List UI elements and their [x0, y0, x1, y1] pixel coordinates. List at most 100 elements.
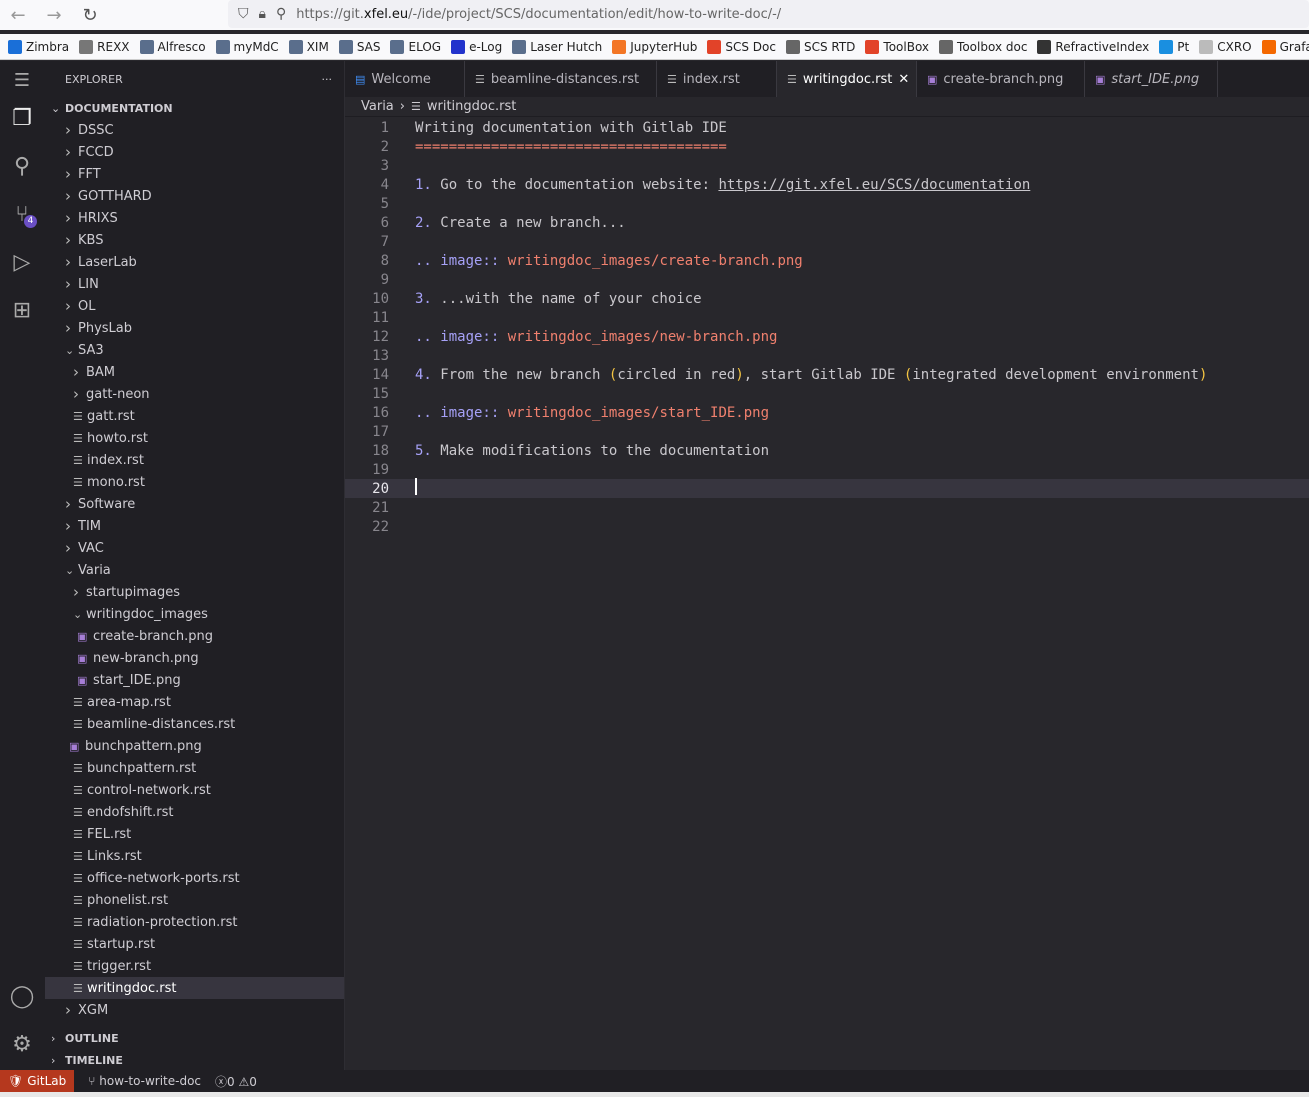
line-text: 4. From the new branch (circled in red),…	[415, 367, 1207, 383]
account-icon[interactable]: ◯	[8, 983, 36, 1011]
file-item[interactable]: ☰ phonelist.rst	[45, 889, 344, 911]
tab-beamline-distances-rst[interactable]: ☰ beamline-distances.rst	[465, 61, 657, 97]
line-text: .. image:: writingdoc_images/create-bran…	[415, 253, 803, 269]
source-control-icon[interactable]: ⑂ 4	[8, 201, 37, 229]
bookmark-jupyterhub[interactable]: JupyterHub	[612, 39, 697, 54]
permissions-icon[interactable]: ⚲	[276, 6, 286, 22]
code-editor[interactable]: 1 Writing documentation with Gitlab IDE 2 =…	[345, 118, 1309, 536]
bookmark-zimbra[interactable]: Zimbra	[8, 39, 69, 54]
file-item[interactable]: ☰ bunchpattern.rst	[45, 757, 344, 779]
bookmark-refractiveindex[interactable]: RefractiveIndex	[1037, 39, 1149, 54]
folder-item[interactable]: › GOTTHARD	[45, 185, 344, 207]
file-item[interactable]: ☰ endofshift.rst	[45, 801, 344, 823]
tab-create-branch-png[interactable]: ▣ create-branch.png	[917, 61, 1085, 97]
bookmark-laser-hutch[interactable]: Laser Hutch	[512, 39, 602, 54]
breadcrumb-file[interactable]: writingdoc.rst	[427, 99, 517, 114]
code-link[interactable]: https://git.xfel.eu/SCS/documentation	[718, 177, 1030, 193]
file-item[interactable]: ▣ create-branch.png	[45, 625, 344, 647]
file-item[interactable]: ☰ office-network-ports.rst	[45, 867, 344, 889]
extensions-icon[interactable]: ⊞	[8, 297, 36, 325]
tab-writingdoc-rst[interactable]: ☰ writingdoc.rst ✕	[777, 61, 917, 97]
file-item[interactable]: ☰ FEL.rst	[45, 823, 344, 845]
folder-item[interactable]: › KBS	[45, 229, 344, 251]
tab-start_IDE-png[interactable]: ▣ start_IDE.png	[1085, 61, 1218, 97]
file-item[interactable]: ☰ beamline-distances.rst	[45, 713, 344, 735]
address-bar[interactable]: ⛉ 🔒︎ ⚲ https://git.xfel.eu/-/ide/project…	[228, 0, 1309, 28]
code-line: 6 2. Create a new branch...	[345, 213, 1309, 232]
bookmark-rexx[interactable]: REXX	[79, 39, 130, 54]
bookmark-alfresco[interactable]: Alfresco	[139, 39, 206, 54]
reload-icon[interactable]: ↻	[72, 5, 108, 26]
file-item[interactable]: ☰ area-map.rst	[45, 691, 344, 713]
folder-item[interactable]: › Software	[45, 493, 344, 515]
outline-section[interactable]: › OUTLINE	[45, 1027, 119, 1049]
folder-item[interactable]: ⌄ writingdoc_images	[45, 603, 344, 625]
bookmark-e-log[interactable]: e-Log	[451, 39, 502, 54]
file-item[interactable]: ☰ radiation-protection.rst	[45, 911, 344, 933]
file-item[interactable]: ☰ trigger.rst	[45, 955, 344, 977]
folder-item[interactable]: › LaserLab	[45, 251, 344, 273]
folder-item[interactable]: › OL	[45, 295, 344, 317]
chevron-right-icon: ›	[73, 363, 79, 381]
search-icon[interactable]: ⚲	[8, 153, 36, 181]
file-item[interactable]: ▣ start_IDE.png	[45, 669, 344, 691]
tab-Welcome[interactable]: ▤ Welcome	[345, 61, 465, 97]
folder-item[interactable]: › HRIXS	[45, 207, 344, 229]
file-item[interactable]: ☰ startup.rst	[45, 933, 344, 955]
folder-item[interactable]: › LIN	[45, 273, 344, 295]
folder-item[interactable]: › XGM	[45, 999, 344, 1021]
branch-indicator[interactable]: ⑂ how-to-write-doc	[88, 1074, 201, 1088]
folder-item[interactable]: ⌄ Varia	[45, 559, 344, 581]
gitlab-button[interactable]: 🛡︎ GitLab	[0, 1070, 75, 1092]
scm-badge: 4	[24, 215, 37, 228]
file-item[interactable]: ☰ gatt.rst	[45, 405, 344, 427]
file-item[interactable]: ☰ index.rst	[45, 449, 344, 471]
problems-indicator[interactable]: ⓧ0 ⚠0	[215, 1073, 257, 1090]
folder-item[interactable]: › TIM	[45, 515, 344, 537]
line-text: Writing documentation with Gitlab IDE	[415, 120, 727, 136]
bookmark-label: Alfresco	[157, 39, 206, 54]
close-icon[interactable]: ✕	[898, 72, 909, 87]
folder-item[interactable]: › PhysLab	[45, 317, 344, 339]
file-item[interactable]: ☰ writingdoc.rst	[45, 977, 344, 999]
file-item[interactable]: ▣ new-branch.png	[45, 647, 344, 669]
forward-icon[interactable]: →	[36, 5, 72, 26]
folder-item[interactable]: › VAC	[45, 537, 344, 559]
bookmark-scs-doc[interactable]: SCS Doc	[707, 39, 776, 54]
menu-icon[interactable]: ☰	[8, 67, 36, 95]
explorer-icon[interactable]: ❐	[8, 105, 36, 133]
tab-index-rst[interactable]: ☰ index.rst	[657, 61, 777, 97]
folder-item[interactable]: › gatt-neon	[45, 383, 344, 405]
bookmark-cxro[interactable]: CXRO	[1199, 39, 1252, 54]
more-actions-button[interactable]: ···	[322, 73, 333, 86]
bookmark-sas[interactable]: SAS	[338, 39, 380, 54]
file-item[interactable]: ☰ mono.rst	[45, 471, 344, 493]
back-icon[interactable]: ←	[0, 5, 36, 26]
run-debug-icon[interactable]: ▷	[8, 249, 36, 277]
bookmark-mymdc[interactable]: myMdC	[215, 39, 279, 54]
folder-item[interactable]: ⌄ SA3	[45, 339, 344, 361]
timeline-section[interactable]: › TIMELINE	[45, 1049, 123, 1071]
bookmark-pt[interactable]: Pt	[1159, 39, 1189, 54]
tree-item-label: Varia	[78, 562, 111, 578]
folder-item[interactable]: › startupimages	[45, 581, 344, 603]
folder-item[interactable]: › FCCD	[45, 141, 344, 163]
file-item[interactable]: ☰ Links.rst	[45, 845, 344, 867]
bookmark-grafana[interactable]: Grafana	[1261, 39, 1309, 54]
settings-gear-icon[interactable]: ⚙	[8, 1031, 36, 1059]
bookmark-elog[interactable]: ELOG	[390, 39, 441, 54]
documentation-section[interactable]: ⌄ DOCUMENTATION	[45, 97, 344, 119]
bookmark-xim[interactable]: XIM	[288, 39, 329, 54]
file-item[interactable]: ☰ control-network.rst	[45, 779, 344, 801]
breadcrumb-folder[interactable]: Varia	[361, 99, 394, 114]
tree-item-label: TIM	[78, 518, 101, 534]
file-item[interactable]: ☰ howto.rst	[45, 427, 344, 449]
folder-item[interactable]: › DSSC	[45, 119, 344, 141]
bookmark-scs-rtd[interactable]: SCS RTD	[785, 39, 855, 54]
file-item[interactable]: ▣ bunchpattern.png	[45, 735, 344, 757]
folder-item[interactable]: › BAM	[45, 361, 344, 383]
folder-item[interactable]: › FFT	[45, 163, 344, 185]
bookmark-toolbox-doc[interactable]: Toolbox doc	[939, 39, 1027, 54]
bookmark-toolbox[interactable]: ToolBox	[865, 39, 929, 54]
